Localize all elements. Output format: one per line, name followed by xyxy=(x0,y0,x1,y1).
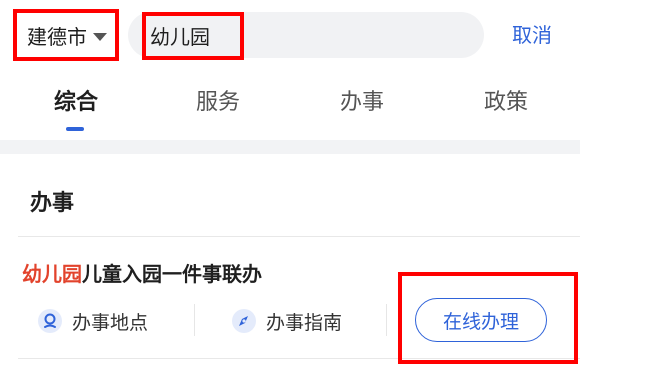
section-divider xyxy=(0,140,580,154)
location-pin-icon xyxy=(38,309,62,333)
result-title-keyword: 幼儿园 xyxy=(22,262,82,286)
action-guide-button[interactable]: 办事指南 xyxy=(232,306,342,336)
compass-icon xyxy=(232,309,256,333)
search-input[interactable] xyxy=(142,12,472,58)
search-bar: 建德市 取消 xyxy=(0,0,580,72)
result-title[interactable]: 幼儿园儿童入园一件事联办 xyxy=(22,258,262,287)
tab-policy[interactable]: 政策 xyxy=(466,78,546,128)
result-title-text: 儿童入园一件事联办 xyxy=(82,262,262,286)
tab-comprehensive[interactable]: 综合 xyxy=(36,78,116,128)
search-results-page: 建德市 取消 综合 服务 办事 政策 办事 幼儿园儿童入园一件事联办 办事地点 xyxy=(0,0,650,386)
action-separator xyxy=(194,304,195,336)
cancel-button[interactable]: 取消 xyxy=(512,20,552,50)
action-location-label: 办事地点 xyxy=(72,311,149,334)
online-apply-button[interactable]: 在线办理 xyxy=(415,298,547,342)
category-tabs: 综合 服务 办事 政策 xyxy=(0,78,580,136)
tab-services[interactable]: 服务 xyxy=(178,78,258,128)
city-label: 建德市 xyxy=(27,24,87,49)
section-title: 办事 xyxy=(30,191,75,216)
tab-affairs[interactable]: 办事 xyxy=(322,78,402,128)
city-selector[interactable]: 建德市 xyxy=(13,9,119,61)
action-guide-label: 办事指南 xyxy=(266,311,343,334)
active-tab-indicator xyxy=(66,127,84,131)
chevron-down-icon xyxy=(93,32,107,41)
divider-line xyxy=(18,358,580,359)
search-box xyxy=(128,12,484,58)
action-separator xyxy=(386,304,387,336)
divider-line xyxy=(18,236,580,237)
action-location-button[interactable]: 办事地点 xyxy=(38,306,148,336)
